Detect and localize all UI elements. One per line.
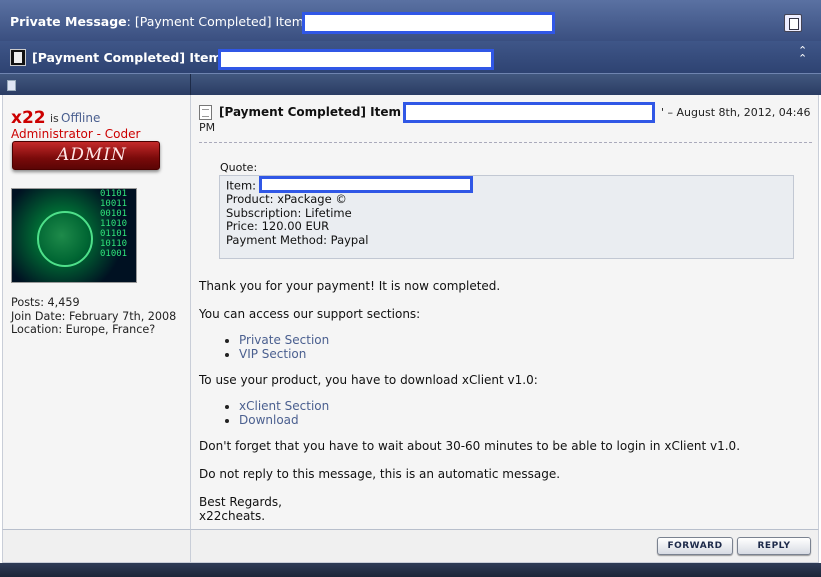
pm-title-bar: Private Message: [Payment Completed] Ite… (0, 0, 821, 41)
divider (199, 142, 812, 143)
xclient-section-link[interactable]: xClient Section (239, 399, 329, 413)
bottom-bar (0, 563, 821, 577)
use-product-text: To use your product, you have to downloa… (199, 373, 538, 387)
link-download: Download (239, 413, 809, 427)
noreply-text: Do not reply to this message, this is an… (199, 467, 561, 481)
signature-text: x22cheats. (199, 509, 266, 523)
redacted-item-name (403, 102, 655, 123)
forward-button[interactable]: FORWARD (657, 537, 733, 555)
redacted-item-name (259, 176, 474, 193)
redacted-item-name (302, 12, 555, 34)
status-prefix: is (50, 112, 59, 125)
access-text: You can access our support sections: (199, 307, 421, 321)
message-date-ampm: PM (199, 121, 216, 134)
message-icon (199, 105, 212, 120)
user-sidebar: x22 is Offline Administrator - Coder ADM… (2, 95, 191, 529)
vip-section-link[interactable]: VIP Section (239, 347, 306, 361)
quote-payment-method: Payment Method: Paypal (226, 232, 369, 247)
quote-box: Item: Product: xPackage © Subscription: … (219, 175, 794, 259)
document-icon (10, 49, 26, 66)
quote-price: Price: 120.00 EUR (226, 219, 330, 234)
reply-button[interactable]: REPLY (737, 537, 811, 555)
thanks-text: Thank you for your payment! It is now co… (199, 279, 501, 293)
private-section-link[interactable]: Private Section (239, 333, 329, 347)
post-icon (7, 80, 16, 91)
download-link[interactable]: Download (239, 413, 299, 427)
message-date: ' – August 8th, 2012, 04:46 (661, 106, 811, 119)
quote-label: Quote: (220, 161, 258, 174)
pm-label: Private Message (10, 14, 127, 29)
online-status: Offline (61, 111, 101, 125)
footer-actions: FORWARD REPLY (191, 529, 819, 563)
quote-subscription: Subscription: Lifetime (226, 205, 352, 220)
wait-text: Don't forget that you have to wait about… (199, 439, 741, 453)
link-vip-section: VIP Section (239, 347, 809, 361)
username-link[interactable]: x22 (11, 108, 46, 128)
message-body: Thank you for your payment! It is now co… (199, 279, 809, 523)
admin-badge: ADMIN (12, 141, 160, 170)
message-title: [Payment Completed] Item ' (219, 105, 409, 119)
user-stats: Posts: 4,459 Join Date: February 7th, 20… (11, 296, 176, 337)
footer-left (2, 529, 191, 563)
quote-product: Product: xPackage © (226, 192, 347, 207)
client-links: xClient Section Download (199, 399, 809, 427)
pm-subject: : [Payment Completed] Item (126, 14, 304, 29)
post-count: Posts: 4,459 (11, 296, 80, 309)
redacted-item-name (218, 49, 494, 70)
location: Location: Europe, France? (11, 323, 156, 336)
collapse-up-icon[interactable]: ⌃ ⌃ (798, 45, 807, 64)
post-header-bar (0, 73, 821, 96)
subject-bar: [Payment Completed] Item ' ⌃ ⌃ (0, 41, 821, 73)
regards-text: Best Regards, (199, 495, 282, 509)
support-links: Private Section VIP Section (199, 333, 809, 361)
private-message-icon[interactable] (784, 14, 802, 32)
admin-badge-label: ADMIN (57, 145, 127, 165)
quote-item-label: Item: (226, 178, 257, 193)
subject-title: [Payment Completed] Item ' (32, 50, 230, 65)
link-xclient-section: xClient Section (239, 399, 809, 413)
quote-item: Item: (226, 176, 787, 193)
join-date: Join Date: February 7th, 2008 (11, 309, 177, 323)
pm-title: Private Message: [Payment Completed] Ite… (10, 14, 304, 29)
user-title: Administrator - Coder (11, 127, 141, 141)
column-divider (190, 74, 191, 96)
link-private-section: Private Section (239, 333, 809, 347)
avatar[interactable] (11, 188, 137, 283)
message-panel: [Payment Completed] Item ' ' – August 8t… (191, 95, 819, 529)
